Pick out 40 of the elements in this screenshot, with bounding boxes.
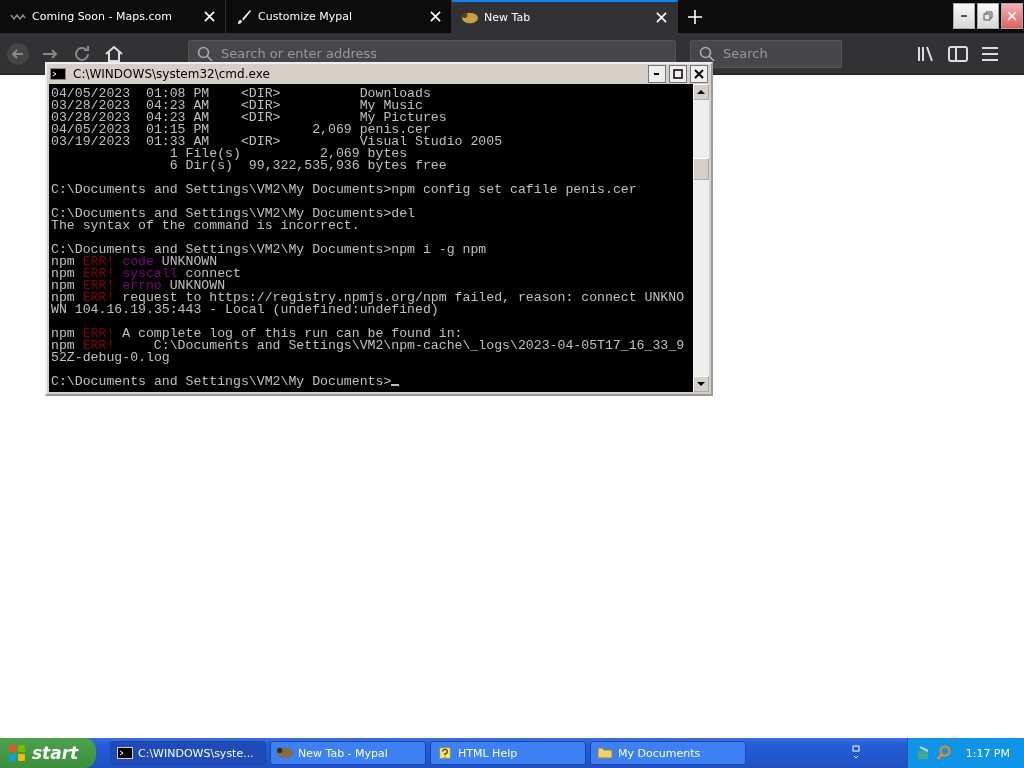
close-icon[interactable] (656, 12, 667, 23)
back-icon[interactable] (6, 41, 30, 66)
address-input[interactable]: Search or enter address (219, 45, 667, 62)
close-icon[interactable] (430, 11, 441, 22)
console-icon (50, 68, 66, 80)
search-icon (699, 45, 715, 62)
browser-tab[interactable]: New Tab (452, 0, 678, 33)
scroll-thumb[interactable] (693, 158, 709, 180)
plus-icon[interactable] (688, 9, 702, 24)
console-output: 04/05/2023 01:08 PM <DIR> Downloads 03/28/2023 04:23 AM <DIR> My Music 03/28/2023 04:23 AM <DIR> My Pictures 04/05/2023 01:15 PM 2,069 penis.cer 03/19/2023 01:33 AM <DIR> Visual Studio 2005 1 File(s) 2,069 bytes 6 Dir(s) 99,322,535,936 bytes free C:\Documents and Settings\VM2\My Documents>npm config set cafile penis.cer C:\Documents and Settings\VM2\My Documents>del The syntax of the command is incorrect. C:\Documents and Settings\VM2\My Documents>npm i -g npm npm ERR! code UNKNOWN npm ERR! syscall connect npm ERR! errno UNKNOWN npm ERR! request to https://registry.npmjs.org/npm failed, reason: connect UNKNO WN 104.16.19.35:443 - Local (undefined:undefined) npm ERR! A complete log of this run can be found in: npm ERR! C:\Documents and Settings\VM2\npm-cache\_logs\2023-04-05T17_16_33_9 52Z-debug-0.log C:\Documents and Settings\VM2\My Documents> (49, 84, 693, 392)
brush-icon (236, 8, 252, 25)
restore-icon (983, 11, 993, 21)
animal-icon (277, 747, 293, 759)
close-button[interactable] (690, 65, 708, 83)
minimize-icon (652, 73, 662, 75)
scrollbar[interactable] (693, 84, 709, 392)
wave-icon (10, 13, 26, 20)
maximize-icon (673, 69, 683, 79)
taskbar-button[interactable]: C:\WINDOWS\syste... (110, 741, 266, 765)
close-icon[interactable] (204, 11, 215, 22)
close-icon (1007, 11, 1017, 21)
taskbar-button[interactable]: My Documents (590, 741, 746, 765)
taskbar-button[interactable]: New Tab - Mypal (270, 741, 426, 765)
minimize-button[interactable] (648, 65, 666, 83)
minimize-icon (959, 15, 969, 17)
console-icon (117, 747, 133, 759)
folder-icon (597, 747, 613, 759)
start-button[interactable]: start (0, 738, 96, 768)
help-icon (437, 747, 453, 759)
search-bar[interactable]: Search (690, 39, 842, 68)
search-input[interactable]: Search (721, 45, 833, 62)
taskbar-button[interactable]: HTML Help (430, 741, 586, 765)
restore-button[interactable] (977, 3, 999, 29)
chevron-icon[interactable] (850, 745, 861, 761)
windows-flag-icon (8, 744, 26, 762)
clock: 1:17 PM (965, 746, 1010, 760)
close-icon (694, 69, 704, 79)
search-icon (197, 45, 213, 62)
window-title: C:\WINDOWS\system32\cmd.exe (73, 67, 270, 81)
maximize-button[interactable] (669, 65, 687, 83)
